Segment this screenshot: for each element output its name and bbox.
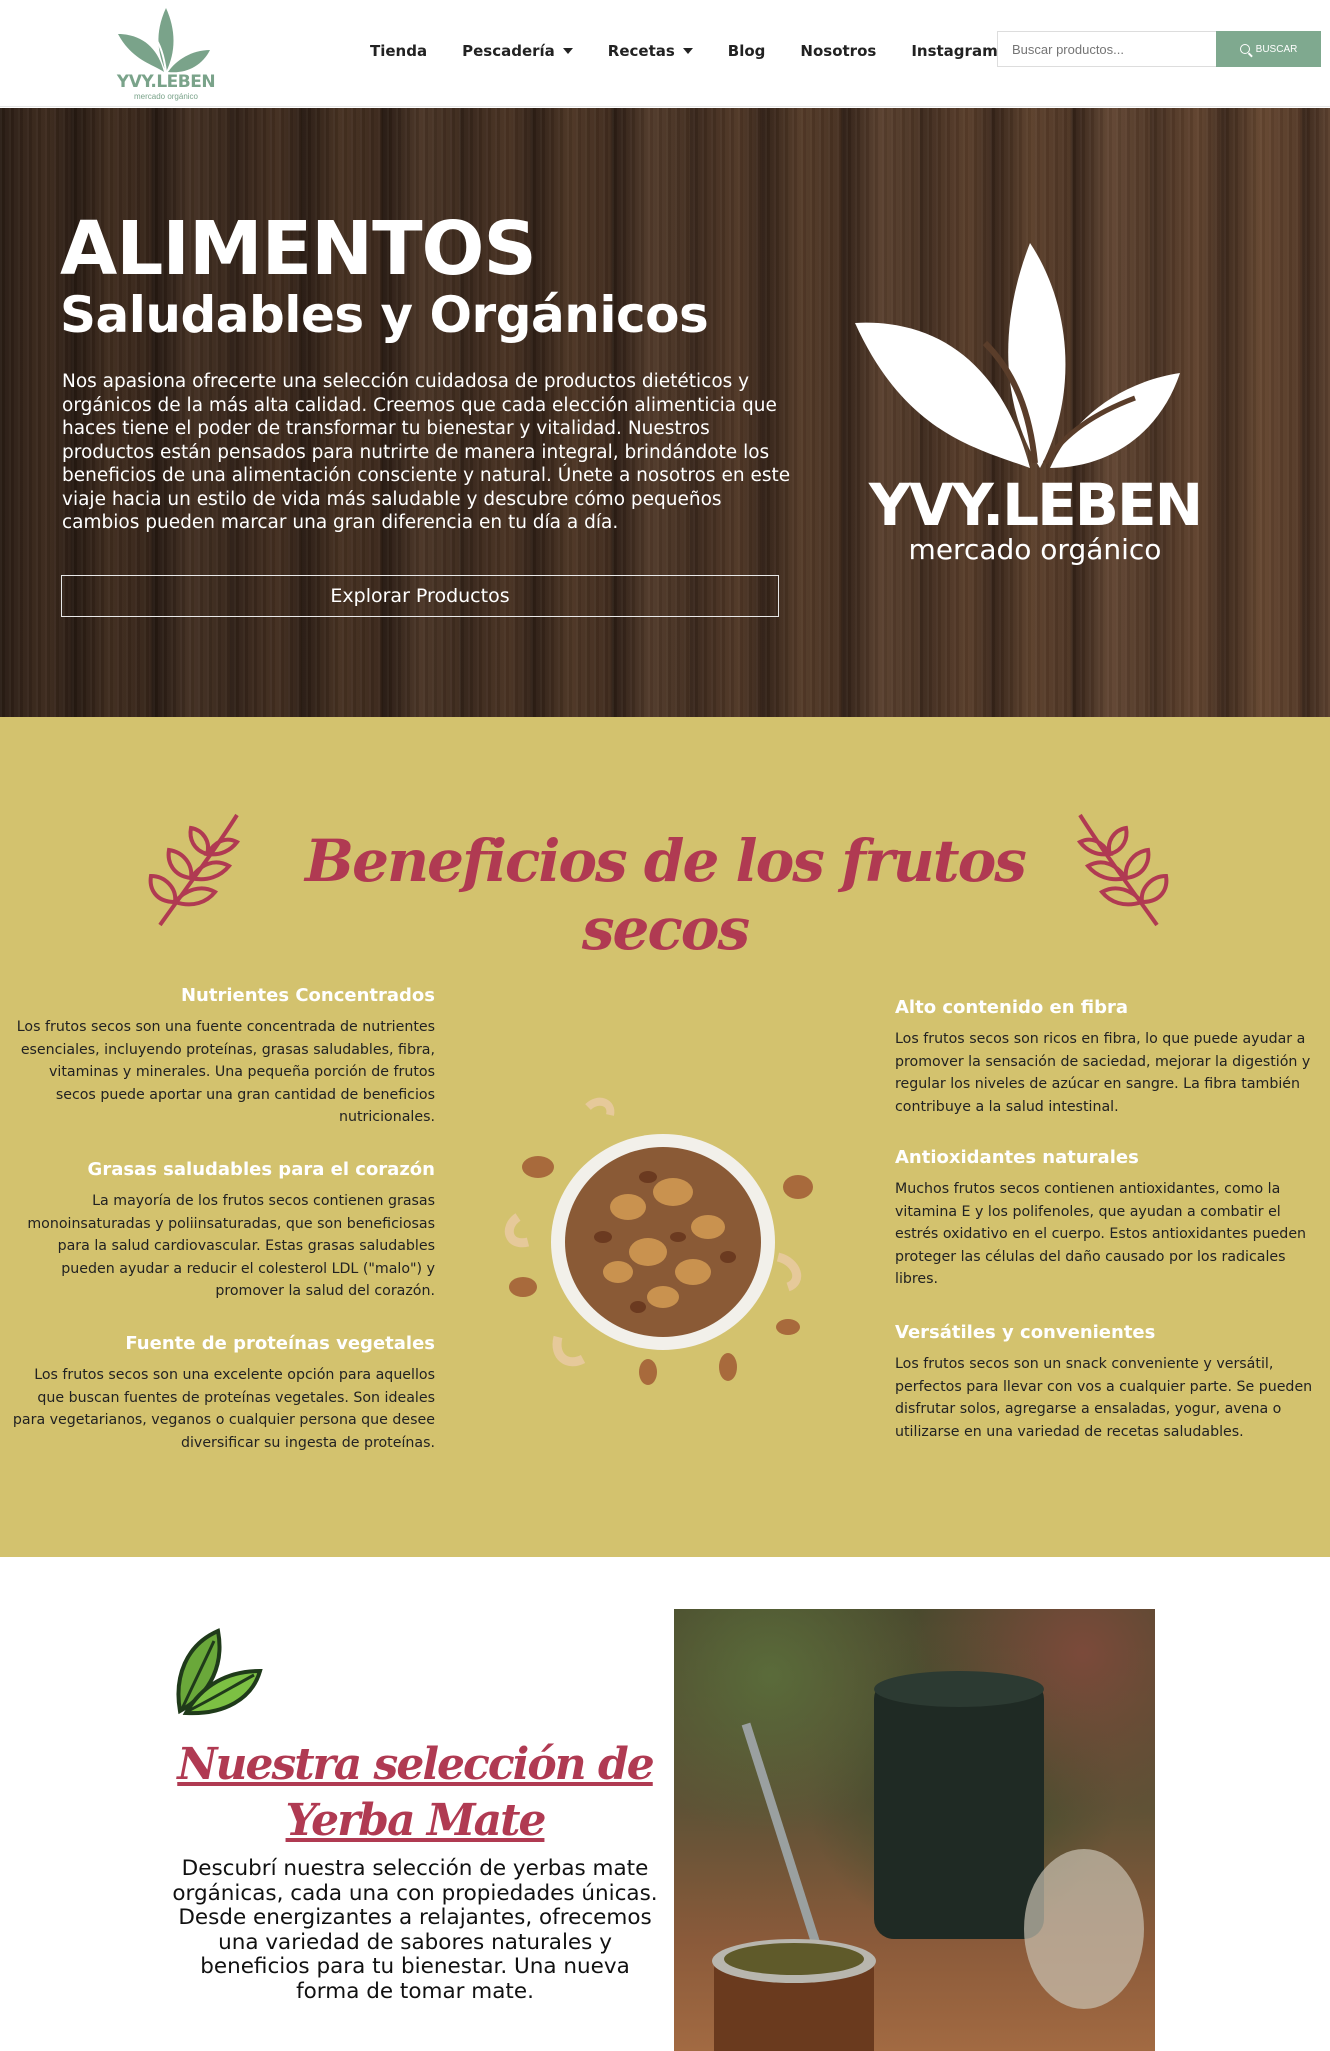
wheat-sprig-icon <box>148 813 241 927</box>
benefit-text: Los frutos secos son una excelente opció… <box>12 1367 435 1451</box>
site-header: YVY.LEBEN mercado orgánico Tienda Pescad… <box>0 0 1330 107</box>
leaf-logo-icon <box>855 243 1180 468</box>
logo-tagline: mercado orgánico <box>133 92 199 101</box>
nav-label: Pescadería <box>462 42 555 60</box>
yerba-title[interactable]: Nuestra selección de Yerba Mate <box>175 1737 655 1849</box>
leaf-icon <box>176 1628 263 1716</box>
nav-label: Instagram <box>911 42 998 60</box>
nav-item-recetas[interactable]: Recetas <box>608 42 693 60</box>
wheat-sprig-icon <box>1076 813 1169 927</box>
nav-item-pescaderia[interactable]: Pescadería <box>462 42 573 60</box>
benefit-heading: Nutrientes Concentrados <box>180 985 435 1006</box>
benefit-heading: Fuente de proteínas vegetales <box>125 1333 435 1354</box>
benefit-heading: Antioxidantes naturales <box>895 1147 1139 1168</box>
hero-logo-tagline: mercado orgánico <box>908 533 1162 566</box>
nav-item-instagram[interactable]: Instagram <box>911 42 997 60</box>
benefit-item: Versátiles y convenientes Los frutos sec… <box>895 1322 1325 1443</box>
benefits-title: Beneficios de los frutos secos <box>305 827 1027 963</box>
benefit-heading: Versátiles y convenientes <box>895 1322 1156 1343</box>
hero-logo: YVY.LEBEN mercado orgánico <box>855 223 1215 583</box>
benefit-text: Muchos frutos secos contienen antioxidan… <box>895 1181 1307 1288</box>
yerba-section: Nuestra selección de Yerba Mate Descubrí… <box>0 1557 1330 2051</box>
yerba-mate-photo <box>674 1609 1155 2051</box>
search-button[interactable]: BUSCAR <box>1216 31 1321 67</box>
leaf-logo-icon <box>118 8 210 73</box>
benefit-item: Antioxidantes naturales Muchos frutos se… <box>895 1147 1325 1291</box>
benefit-text: Los frutos secos son ricos en fibra, lo … <box>895 1031 1311 1115</box>
site-logo[interactable]: YVY.LEBEN mercado orgánico <box>114 4 218 102</box>
yerba-description: Descubrí nuestra selección de yerbas mat… <box>172 1856 658 2004</box>
nav-label: Tienda <box>370 42 428 60</box>
nav-label: Blog <box>727 42 766 60</box>
explore-products-button[interactable]: Explorar Productos <box>61 575 779 617</box>
mate-illustration <box>712 1671 1144 2051</box>
nav-item-nosotros[interactable]: Nosotros <box>800 42 876 60</box>
benefits-section: Beneficios de los frutos secos Nutriente… <box>0 717 1330 1557</box>
hero-title: ALIMENTOS <box>60 206 537 292</box>
logo-wordmark: YVY.LEBEN <box>116 72 216 92</box>
nav-item-blog[interactable]: Blog <box>728 42 766 60</box>
search-input[interactable] <box>997 31 1217 67</box>
hero-logo-wordmark: YVY.LEBEN <box>868 471 1203 539</box>
search-button-label: BUSCAR <box>1255 43 1298 55</box>
hero-section: ALIMENTOS Saludables y Orgánicos Nos apa… <box>0 108 1330 717</box>
nav-label: Recetas <box>607 42 675 60</box>
benefit-item: Nutrientes Concentrados Los frutos secos… <box>5 985 435 1129</box>
nav-item-tienda[interactable]: Tienda <box>370 42 427 60</box>
benefit-text: La mayoría de los frutos secos contienen… <box>27 1193 435 1300</box>
nuts-bowl-image <box>504 1097 813 1385</box>
nav-label: Nosotros <box>800 42 877 60</box>
benefit-text: Los frutos secos son un snack convenient… <box>895 1356 1313 1440</box>
benefit-item: Grasas saludables para el corazón La may… <box>5 1159 435 1303</box>
benefit-text: Los frutos secos son una fuente concentr… <box>16 1019 435 1126</box>
caret-down-icon <box>562 48 573 54</box>
hero-subtitle: Saludables y Orgánicos <box>60 286 709 344</box>
caret-down-icon <box>682 48 693 54</box>
benefit-heading: Alto contenido en fibra <box>895 997 1129 1018</box>
benefit-item: Alto contenido en fibra Los frutos secos… <box>895 997 1325 1118</box>
benefit-item: Fuente de proteínas vegetales Los frutos… <box>5 1333 435 1454</box>
main-nav: Tienda Pescadería Recetas Blog Nosotros … <box>370 36 1033 66</box>
hero-description: Nos apasiona ofrecerte una selección cui… <box>62 371 791 533</box>
search-icon <box>1239 44 1250 54</box>
benefit-heading: Grasas saludables para el corazón <box>87 1159 435 1180</box>
